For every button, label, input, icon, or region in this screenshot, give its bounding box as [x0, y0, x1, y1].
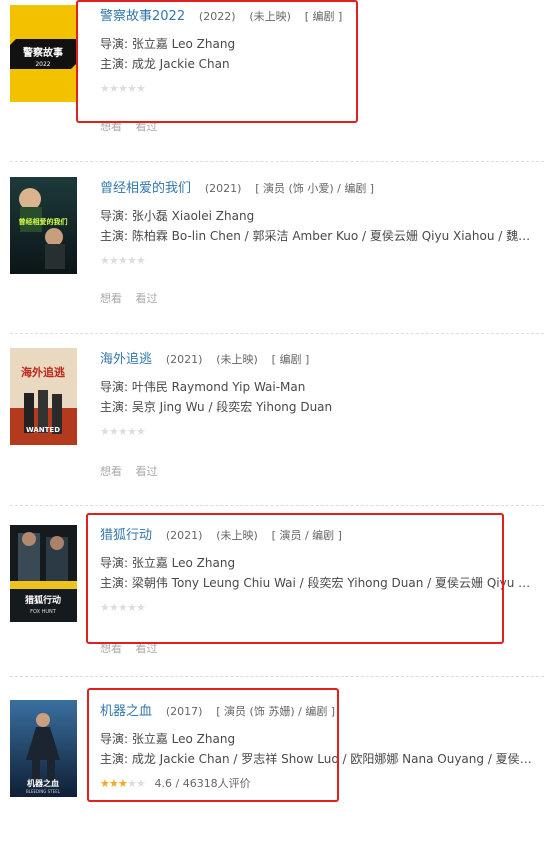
poster-subtext: WANTED: [26, 426, 60, 434]
poster-title-text: 曾经相爱的我们: [19, 217, 68, 226]
rating-value: 4.6 / 46318人评价: [154, 777, 251, 790]
rating-stars: ★★★★★: [100, 425, 534, 439]
star-icon: ★: [100, 254, 110, 267]
star-icon: ★: [109, 254, 119, 267]
movie-year: (2021): [165, 353, 203, 366]
movie-roles: [ 演员 (饰 小爱) / 编剧 ]: [255, 182, 375, 195]
movie-cast: 主演: 陈柏霖 Bo-lin Chen / 郭采洁 Amber Kuo / 夏侯…: [100, 229, 534, 243]
star-icon: ★: [136, 777, 146, 790]
star-icon: ★: [109, 601, 119, 614]
rating-stars: ★★★★★: [100, 254, 534, 268]
movie-status: (未上映): [249, 10, 291, 23]
movie-year: (2021): [204, 182, 242, 195]
star-half-icon: ★: [118, 777, 128, 790]
star-icon: ★: [109, 82, 119, 95]
star-icon: ★: [100, 425, 110, 438]
item-divider: [10, 333, 544, 334]
movie-cast: 主演: 成龙 Jackie Chan / 罗志祥 Show Luo / 欧阳娜娜…: [100, 752, 534, 766]
movie-item: 海外追逃 WANTED 海外追逃 (2021) (未上映) [ 编剧 ] 导演:…: [0, 343, 544, 513]
star-icon: ★: [100, 601, 110, 614]
poster-title-text: 机器之血: [27, 778, 59, 788]
star-icon: ★: [118, 425, 128, 438]
watched-link[interactable]: 看过: [136, 642, 158, 655]
star-icon: ★: [136, 82, 146, 95]
watched-link[interactable]: 看过: [136, 120, 158, 133]
movie-item: 猎狐行动 FOX HUNT 猎狐行动 (2021) (未上映) [ 演员 / 编…: [0, 515, 544, 685]
movie-roles: [ 演员 (饰 苏姗) / 编剧 ]: [216, 705, 336, 718]
item-divider: [10, 676, 544, 677]
movie-title-link[interactable]: 曾经相爱的我们: [100, 181, 191, 196]
movie-item: 警察故事 2022 警察故事2022 (2022) (未上映) [ 编剧 ] 导…: [0, 0, 544, 170]
movie-cast: 主演: 梁朝伟 Tony Leung Chiu Wai / 段奕宏 Yihong…: [100, 576, 534, 590]
star-icon: ★: [127, 82, 137, 95]
star-icon: ★: [118, 601, 128, 614]
movie-roles: [ 演员 / 编剧 ]: [271, 529, 342, 542]
poster-title-text: 警察故事: [22, 46, 63, 59]
movie-director: 导演: 张小磊 Xiaolei Zhang: [100, 209, 255, 223]
movie-title-link[interactable]: 海外追逃: [100, 352, 152, 367]
rating-stars: ★★★★★: [100, 82, 534, 96]
movie-year: (2021): [165, 529, 203, 542]
item-divider: [10, 161, 544, 162]
star-icon: ★: [100, 777, 110, 790]
movie-title-link[interactable]: 猎狐行动: [100, 528, 152, 543]
watched-link[interactable]: 看过: [136, 465, 158, 478]
poster-title-text: 猎狐行动: [25, 594, 61, 606]
star-icon: ★: [127, 425, 137, 438]
want-to-watch-link[interactable]: 想看: [100, 120, 122, 133]
star-icon: ★: [118, 254, 128, 267]
movie-roles: [ 编剧 ]: [271, 353, 310, 366]
star-icon: ★: [127, 254, 137, 267]
want-to-watch-link[interactable]: 想看: [100, 292, 122, 305]
movie-item: 曾经相爱的我们 曾经相爱的我们 (2021) [ 演员 (饰 小爱) / 编剧 …: [0, 172, 544, 342]
star-icon: ★: [109, 777, 119, 790]
watched-link[interactable]: 看过: [136, 292, 158, 305]
movie-status: (未上映): [216, 353, 258, 366]
movie-year: (2017): [165, 705, 203, 718]
movie-cast: 主演: 吴京 Jing Wu / 段奕宏 Yihong Duan: [100, 400, 333, 414]
movie-director: 导演: 张立嘉 Leo Zhang: [100, 37, 236, 51]
rating-stars: ★★★★★ 4.6 / 46318人评价: [100, 777, 534, 791]
want-to-watch-link[interactable]: 想看: [100, 642, 122, 655]
movie-poster[interactable]: 警察故事 2022: [10, 5, 77, 102]
movie-cast: 主演: 成龙 Jackie Chan: [100, 57, 230, 71]
movie-title-link[interactable]: 警察故事2022: [100, 9, 185, 24]
star-icon: ★: [100, 82, 110, 95]
poster-subtext: FOX HUNT: [30, 609, 57, 615]
star-icon: ★: [136, 425, 146, 438]
poster-title-text: 海外追逃: [21, 365, 66, 379]
movie-poster[interactable]: 猎狐行动 FOX HUNT: [10, 525, 77, 622]
want-to-watch-link[interactable]: 想看: [100, 465, 122, 478]
star-icon: ★: [118, 82, 128, 95]
movie-director: 导演: 叶伟民 Raymond Yip Wai-Man: [100, 380, 306, 394]
poster-year-text: 2022: [35, 61, 50, 68]
movie-item: 机器之血 BLEEDING STEEL 机器之血 (2017) [ 演员 (饰 …: [0, 691, 544, 861]
movie-director: 导演: 张立嘉 Leo Zhang: [100, 732, 236, 746]
star-icon: ★: [127, 777, 137, 790]
movie-title-link[interactable]: 机器之血: [100, 704, 152, 719]
star-icon: ★: [136, 254, 146, 267]
star-icon: ★: [136, 601, 146, 614]
rating-stars: ★★★★★: [100, 601, 534, 615]
star-icon: ★: [127, 601, 137, 614]
movie-roles: [ 编剧 ]: [304, 10, 343, 23]
item-divider: [10, 505, 544, 506]
movie-poster[interactable]: 机器之血 BLEEDING STEEL: [10, 700, 77, 797]
movie-director: 导演: 张立嘉 Leo Zhang: [100, 556, 236, 570]
movie-status: (未上映): [216, 529, 258, 542]
poster-subtext: BLEEDING STEEL: [26, 789, 61, 794]
movie-poster[interactable]: 曾经相爱的我们: [10, 177, 77, 274]
movie-year: (2022): [198, 10, 236, 23]
movie-poster[interactable]: 海外追逃 WANTED: [10, 348, 77, 445]
star-icon: ★: [109, 425, 119, 438]
